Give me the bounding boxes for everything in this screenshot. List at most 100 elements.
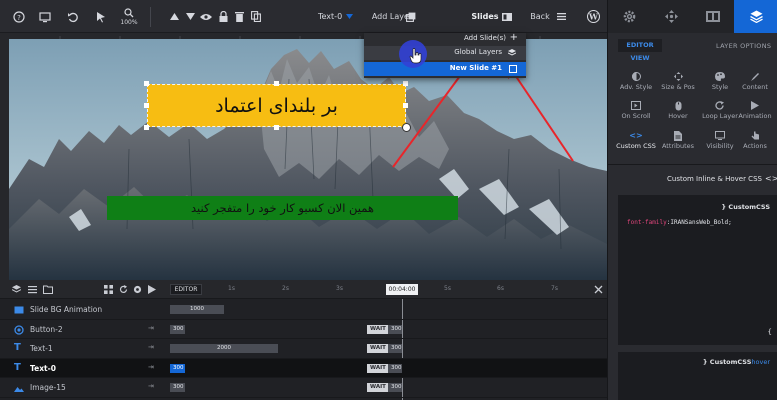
slides-button[interactable]: Slides — [470, 0, 500, 33]
option-label: Content — [742, 83, 768, 91]
collapse-icon[interactable]: ⇥ — [148, 382, 154, 390]
animation-bar[interactable]: 300 — [170, 383, 185, 392]
timeline-row-selected[interactable]: T Text-0 ⇥ 300 WAIT 300 — [0, 358, 607, 378]
animation-bar[interactable]: 1000 — [170, 305, 224, 314]
hover-title-text: } CustomCSS — [702, 358, 752, 366]
zoom-control[interactable]: 100% — [118, 0, 140, 33]
layers-icon[interactable] — [12, 285, 21, 294]
monitor-icon[interactable] — [36, 0, 54, 33]
tab-layers[interactable] — [734, 0, 777, 33]
back-button[interactable]: Back — [528, 0, 552, 33]
option-size-pos[interactable]: Size & Pos — [657, 70, 699, 96]
layers-copy-icon[interactable] — [404, 0, 418, 33]
wait-bar[interactable]: 300 — [388, 344, 402, 353]
magnifier-icon — [124, 7, 134, 17]
row-name: Slide BG Animation — [30, 305, 103, 314]
new-slide-label: New Slide #1 — [449, 64, 502, 72]
new-slide-item[interactable]: New Slide #1 — [364, 62, 526, 76]
collapse-icon[interactable]: ⇥ — [148, 363, 154, 371]
panel-tabs — [608, 0, 777, 33]
loop-icon — [715, 101, 724, 110]
animation-bar[interactable]: 300 — [170, 324, 185, 334]
option-actions[interactable]: Actions — [734, 129, 776, 155]
cursor-icon[interactable] — [92, 0, 110, 33]
on-scroll-icon — [631, 101, 641, 110]
settings-icon[interactable] — [133, 285, 142, 294]
timeline-row[interactable]: Button-2 ⇥ 300 WAIT 300 — [0, 320, 607, 339]
palette-icon — [715, 72, 725, 81]
refresh-icon[interactable] — [119, 285, 128, 294]
css-section-header: Custom Inline & Hover CSS — [667, 175, 762, 183]
tab-slides[interactable] — [692, 0, 734, 33]
hover-css-editor[interactable]: } CustomCSShover — [618, 352, 777, 400]
duplicate-icon[interactable] — [249, 0, 263, 33]
tick-label: 5s — [444, 285, 451, 292]
play-icon[interactable] — [148, 285, 156, 294]
text-layer-icon: T — [14, 361, 21, 373]
css-close-brace: { — [767, 328, 772, 336]
attributes-icon — [674, 130, 682, 141]
wait-bar[interactable]: 300 — [388, 383, 402, 392]
svg-text:?: ? — [17, 14, 21, 22]
wordpress-icon[interactable]: W — [584, 0, 602, 33]
grid-icon[interactable] — [104, 285, 113, 294]
timeline-row[interactable]: Slide BG Animation 1000 — [0, 300, 607, 320]
timeline-row[interactable]: Image-15 ⇥ 300 WAIT 300 — [0, 378, 607, 398]
code-icon[interactable]: <> — [765, 174, 777, 183]
adv-style-icon — [631, 72, 641, 81]
current-time[interactable]: 00:04:00 — [386, 284, 418, 295]
editor-view-button[interactable]: EDITOR VIEW — [618, 39, 662, 62]
back-label: Back — [530, 12, 550, 21]
editor-tab[interactable]: EDITOR — [170, 284, 202, 295]
option-attributes[interactable]: Attributes — [657, 129, 699, 155]
list-icon[interactable] — [28, 285, 37, 294]
option-custom-css[interactable]: <> Custom CSS — [615, 129, 657, 155]
arrow-up-icon[interactable] — [167, 0, 181, 33]
option-label: Hover — [668, 112, 688, 120]
timeline-row[interactable]: T Text-1 ⇥ 2000 WAIT 300 — [0, 339, 607, 359]
layer-selector[interactable]: Text-0 — [318, 0, 368, 33]
option-adv-style[interactable]: Adv. Style — [615, 70, 657, 96]
hover-suffix: hover — [751, 358, 770, 366]
css-block-title: } CustomCSS — [721, 203, 770, 211]
tab-settings[interactable] — [608, 0, 650, 33]
option-on-scroll[interactable]: On Scroll — [615, 99, 657, 125]
menu-icon[interactable] — [555, 0, 567, 33]
add-slides-item[interactable]: Add Slide(s) + — [364, 32, 526, 45]
wait-bar[interactable]: 300 — [388, 363, 402, 373]
close-icon[interactable] — [594, 285, 603, 294]
wait-bar[interactable]: 300 — [388, 324, 402, 334]
global-layers-item[interactable]: Global Layers — [364, 46, 526, 60]
option-animation[interactable]: Animation — [734, 99, 776, 125]
help-icon[interactable]: ? — [10, 0, 28, 33]
collapse-icon[interactable]: ⇥ — [148, 343, 154, 351]
button-icon — [14, 324, 24, 335]
animation-bar[interactable]: 2000 — [170, 344, 278, 353]
option-label: Custom CSS — [616, 142, 656, 150]
option-label: Attributes — [661, 142, 695, 150]
move-icon — [664, 10, 678, 23]
eye-icon[interactable] — [199, 0, 213, 33]
slides-label: Slides — [471, 12, 499, 21]
slide-icon — [509, 65, 517, 73]
slides-icon[interactable] — [501, 0, 513, 33]
wait-label: WAIT — [367, 344, 389, 353]
trash-icon[interactable] — [232, 0, 246, 33]
global-layers-label: Global Layers — [454, 48, 502, 56]
wait-label: WAIT — [367, 383, 389, 392]
collapse-icon[interactable]: ⇥ — [148, 324, 154, 332]
layers-icon — [749, 10, 763, 23]
custom-css-editor[interactable]: } CustomCSS font-family:IRANSansWeb_Bold… — [618, 195, 777, 345]
lock-icon[interactable] — [216, 0, 230, 33]
tab-navigation[interactable] — [650, 0, 692, 33]
play-icon — [751, 101, 759, 110]
option-content[interactable]: Content — [734, 70, 776, 96]
option-hover[interactable]: Hover — [657, 99, 699, 125]
timeline-toolbar: EDITOR 1s 2s 3s 00:04:00 5s 6s 7s — [0, 280, 607, 299]
animation-bar[interactable]: 300 — [170, 363, 185, 373]
arrow-down-icon[interactable] — [183, 0, 197, 33]
folder-icon[interactable] — [43, 285, 53, 294]
layer-options-title: LAYER OPTIONS — [716, 42, 772, 50]
undo-icon[interactable] — [64, 0, 82, 33]
tick-label: 6s — [497, 285, 504, 292]
